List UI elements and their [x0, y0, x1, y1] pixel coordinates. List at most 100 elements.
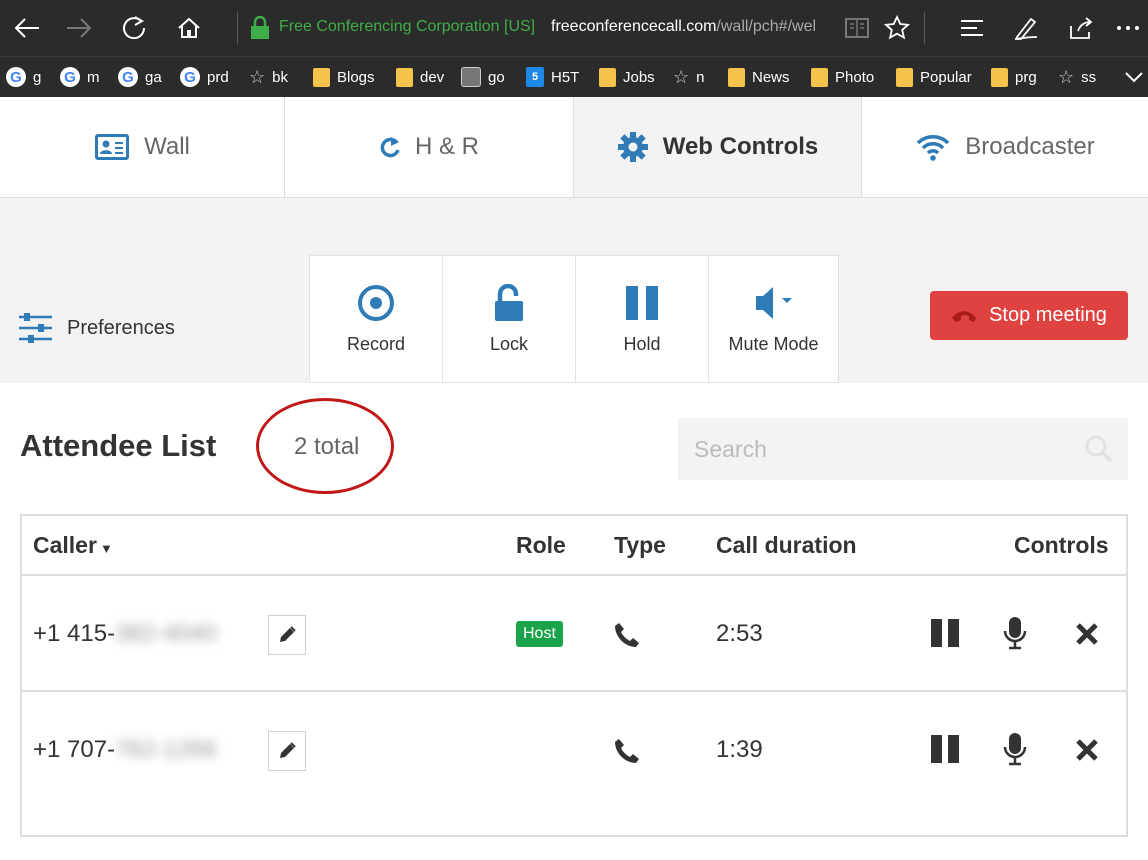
google-icon: G — [60, 67, 80, 87]
back-button[interactable] — [0, 0, 54, 56]
phone-icon — [614, 622, 640, 648]
more-button[interactable] — [1108, 0, 1148, 56]
favorite-item[interactable]: Popular — [896, 66, 972, 88]
favorite-item[interactable]: ☆ ss — [1058, 66, 1096, 88]
mute-caller-button[interactable] — [1003, 616, 1027, 650]
hold-caller-button[interactable] — [930, 618, 960, 648]
favorite-label: Photo — [835, 68, 875, 86]
lock-label: Lock — [489, 334, 529, 354]
home-button[interactable] — [162, 0, 216, 56]
site-identity[interactable]: Free Conferencing Corporation [US] — [279, 18, 535, 36]
gear-icon — [617, 131, 649, 163]
speaker-dropdown-icon — [754, 284, 794, 322]
hold-caller-button[interactable] — [930, 734, 960, 764]
search-input[interactable] — [678, 418, 1078, 480]
favorite-item[interactable]: News — [728, 66, 790, 88]
sliders-icon — [18, 312, 53, 344]
mute-mode-label: Mute Mode — [728, 334, 819, 354]
star-icon: ☆ — [673, 66, 690, 87]
sort-caret-icon: ▼ — [99, 541, 113, 556]
tab-web-controls[interactable]: Web Controls — [574, 97, 862, 197]
tab-label: Wall — [144, 133, 190, 160]
call-duration: 2:53 — [716, 620, 763, 647]
stop-meeting-button[interactable]: Stop meeting — [930, 291, 1128, 340]
favorite-item[interactable]: prg — [991, 66, 1037, 88]
google-icon: G — [118, 67, 138, 87]
folder-icon — [313, 67, 330, 87]
tab-label: H & R — [414, 133, 479, 160]
favorite-item[interactable]: ☆ n — [673, 66, 704, 88]
type-column-header: Type — [614, 532, 666, 558]
favorite-item[interactable]: Gga — [118, 66, 162, 88]
preferences-button[interactable]: Preferences — [18, 312, 175, 344]
remove-caller-button[interactable] — [1075, 738, 1099, 762]
favorite-item[interactable]: ☆ bk — [249, 66, 288, 88]
share-button[interactable] — [1054, 0, 1108, 56]
favorite-label: H5T — [551, 68, 580, 86]
favorite-item[interactable]: go — [461, 66, 505, 88]
favorites-overflow-button[interactable] — [1124, 66, 1144, 88]
edit-caller-button[interactable] — [268, 731, 306, 771]
duration-column-header: Call duration — [716, 532, 857, 558]
favorite-item[interactable]: Photo — [811, 66, 874, 88]
favorites-bar: Gg Gm Gga Gprd ☆ bk Blogs dev go 5 H5T Job… — [0, 56, 1148, 97]
tab-wall[interactable]: Wall — [0, 97, 285, 197]
phone-redacted: 382-4040 — [115, 620, 217, 647]
role-column-header: Role — [516, 532, 566, 558]
ellipsis-icon — [1116, 25, 1140, 31]
role-badge: Host — [516, 621, 563, 647]
lock-icon — [250, 16, 270, 40]
favorite-item[interactable]: 5 H5T — [526, 66, 579, 88]
favorite-item[interactable]: dev — [396, 66, 444, 88]
phone-redacted: 762-1266 — [115, 736, 217, 763]
attendee-search — [678, 418, 1128, 480]
search-icon[interactable] — [1084, 434, 1114, 464]
phone-prefix: +1 415- — [33, 620, 116, 647]
favorite-label: prd — [207, 68, 229, 86]
call-duration: 1:39 — [716, 736, 763, 763]
lock-button[interactable]: Lock — [443, 256, 576, 382]
share-icon — [1068, 16, 1094, 40]
tab-h-and-r[interactable]: H & R — [285, 97, 574, 197]
attendee-count: 2 total — [294, 433, 360, 460]
mute-mode-button[interactable]: Mute Mode — [709, 256, 838, 382]
refresh-button[interactable] — [107, 0, 161, 56]
favorite-item[interactable]: Gprd — [180, 66, 229, 88]
unlock-icon — [494, 284, 524, 322]
call-controls: Record Lock Hold Mute Mode — [309, 255, 839, 383]
tab-broadcaster[interactable]: Broadcaster — [862, 97, 1148, 197]
star-icon: ☆ — [1058, 66, 1075, 87]
forward-button[interactable] — [52, 0, 106, 56]
folder-icon — [599, 67, 616, 87]
divider — [924, 12, 925, 44]
favorite-label: Jobs — [623, 68, 655, 86]
favorite-item[interactable]: Blogs — [313, 66, 375, 88]
record-button[interactable]: Record — [310, 256, 443, 382]
record-label: Record — [346, 334, 406, 354]
star-icon — [884, 15, 910, 41]
favorite-item[interactable]: Gm — [60, 66, 100, 88]
favorite-label: News — [752, 68, 790, 86]
remove-caller-button[interactable] — [1075, 622, 1099, 646]
attendee-table: Caller ▼ Role Type Call duration Controls… — [20, 514, 1128, 837]
refresh-icon — [121, 15, 147, 41]
pause-icon — [625, 284, 659, 322]
attendee-list-title: Attendee List — [20, 428, 217, 463]
notes-button[interactable] — [999, 0, 1053, 56]
favorite-item[interactable]: Jobs — [599, 66, 655, 88]
caller-column-header[interactable]: Caller ▼ — [33, 532, 113, 559]
folder-icon — [991, 67, 1008, 87]
favorite-button[interactable] — [870, 0, 924, 56]
html5-icon: 5 — [526, 67, 544, 87]
wifi-icon — [915, 133, 951, 161]
mute-caller-button[interactable] — [1003, 732, 1027, 766]
edit-caller-button[interactable] — [268, 615, 306, 655]
favorite-item[interactable]: Gg — [6, 66, 41, 88]
address-bar[interactable]: freeconferencecall.com/wall/pch#/wel — [551, 18, 816, 36]
hub-icon — [959, 18, 985, 38]
hold-button[interactable]: Hold — [576, 256, 709, 382]
stop-meeting-label: Stop meeting — [989, 304, 1107, 326]
hub-button[interactable] — [945, 0, 999, 56]
tab-label: Web Controls — [662, 133, 819, 160]
favorite-label: m — [87, 68, 100, 86]
